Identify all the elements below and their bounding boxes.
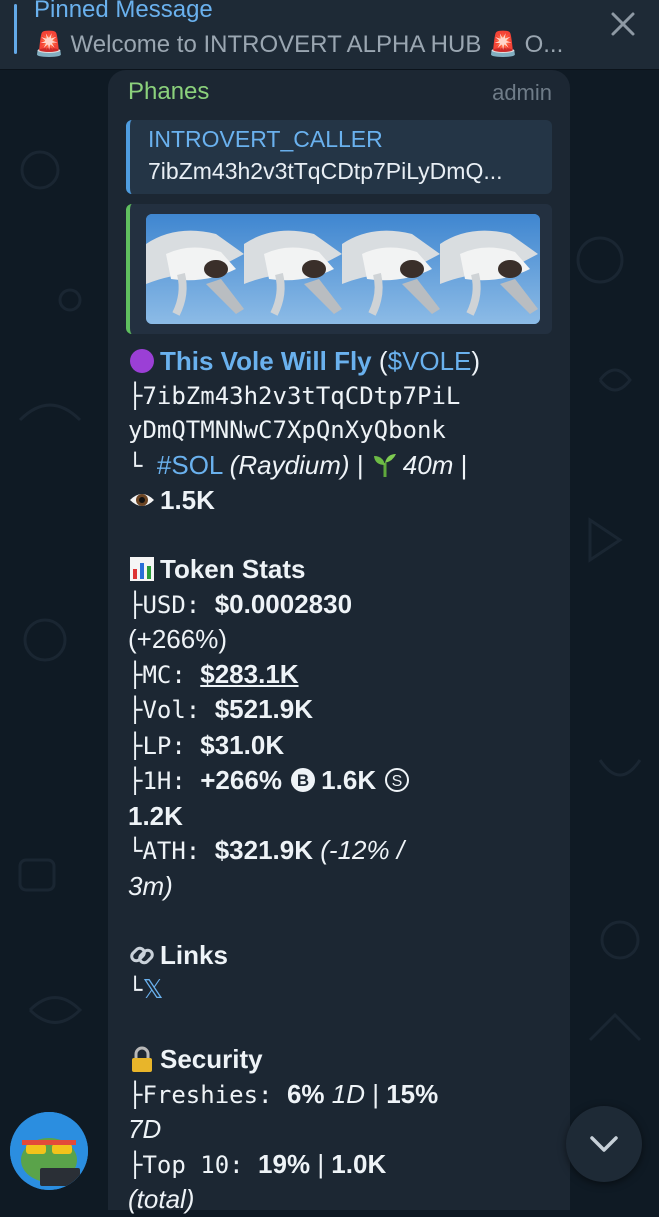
seedling-icon [373,453,396,477]
stat-1h-sells: 1.2K [128,800,183,831]
stat-lp-label: ├LP: [128,731,201,760]
stat-usd-label: ├USD: [128,590,215,619]
stat-1h: ├1H: +266% B 1.6K S [128,763,558,799]
eye-icon [130,494,154,506]
link-icon [130,946,154,964]
chevron-down-icon [590,1136,618,1152]
x-link[interactable]: 𝕏 [142,974,163,1004]
stat-ath-change: (-12% / [320,835,405,865]
links-title: Links [160,939,228,970]
top10-note: (total) [128,1184,195,1214]
stat-mc-value-link[interactable]: $283.1K [200,659,298,689]
stat-vol-value: $521.9K [214,694,314,724]
views-line: 1.5K [128,483,558,518]
sender-role-badge: admin [492,80,552,105]
circled-s-icon: S [385,768,410,792]
reply-text: 7ibZm43h2v3tTqCDtp7PiLyDmQ... [148,158,503,184]
stat-mc: ├MC: $283.1K [128,657,558,693]
security-title: Security [160,1044,263,1074]
stats-title: Token Stats [160,554,306,584]
bar-chart-icon [130,557,154,581]
contract-address-part2[interactable]: yDmQTMNNwC7XpQnXyQbonk [128,416,446,444]
contract-address-part1[interactable]: 7ibZm43h2v3tTqCDtp7PiL [142,382,460,410]
freshies-1d: 6% [286,1078,325,1109]
security-top10: ├Top 10: 19% | 1.0K [128,1148,387,1179]
top10-pct: 19% [258,1148,311,1179]
pinned-title: Pinned Message [34,0,213,23]
stat-vol: ├Vol: $521.9K [128,692,558,728]
pinned-text: 🚨 Welcome to INTROVERT ALPHA HUB 🚨 O... [34,31,564,58]
stat-lp-value: $31.0K [200,729,285,760]
views-count: 1.5K [160,485,215,515]
pinned-accent-bar [14,4,17,54]
links-heading: Links [128,938,558,973]
stat-ath-label: └ATH: [128,837,215,865]
freshies-7d: 15% [386,1078,439,1109]
chain-hashtag[interactable]: #SOL [157,450,223,480]
reply-author: INTROVERT_CALLER [148,126,383,152]
top10-label: ├Top 10: [128,1150,259,1179]
address-line-1[interactable]: ├7ibZm43h2v3tTqCDtp7PiL [128,379,558,414]
separator-end: | [453,449,468,480]
stat-1h-label: ├1H: [128,767,201,795]
chain-prefix: └ [128,451,157,480]
preview-image[interactable] [146,214,540,324]
stat-ath-time: 3m) [128,870,173,901]
address-line-2[interactable]: yDmQTMNNwC7XpQnXyQbonk [128,413,558,448]
freshies-7d-unit: 7D [128,1114,162,1144]
address-prefix: ├ [128,381,143,410]
links-line: └𝕏 [128,972,558,1008]
security-freshies: ├Freshies: 6% 1D | 15% [128,1078,439,1109]
close-icon[interactable] [609,10,637,38]
top10-amount: 1.0K [331,1148,387,1179]
reply-quote[interactable]: INTROVERT_CALLER 7ibZm43h2v3tTqCDtp7PiLy… [126,120,552,194]
token-title-line: This Vole Will Fly ($VOLE) [128,344,558,379]
stat-1h-buys: 1.6K [321,765,377,795]
ticker-open: ( [378,346,388,376]
stats-heading: Token Stats [128,552,558,587]
avatar[interactable] [10,1112,88,1190]
stat-usd: ├USD: $0.0002830 [128,587,558,623]
svg-text:S: S [392,773,403,790]
security-heading: Security [128,1042,558,1077]
stat-vol-label: ├Vol: [128,696,215,724]
freshies-1d-unit: 1D [331,1078,366,1109]
link-preview[interactable] [126,204,552,334]
ticker-close: ) [471,346,481,376]
stat-1h-change: +266% [200,765,282,795]
svg-text:B: B [297,771,309,790]
separator: | [349,449,371,480]
message-bubble[interactable]: Phanes admin INTROVERT_CALLER 7ibZm43h2v… [108,70,570,1214]
lock-icon [132,1046,152,1072]
pair-age: 40m [402,449,454,480]
stat-usd-change: (+266%) [128,624,227,654]
freshies-label: ├Freshies: [128,1080,287,1109]
stat-mc-label: ├MC: [128,660,201,689]
circled-b-icon: B [291,768,316,792]
stat-ath-value: $321.9K [214,835,314,865]
chain-line: └ #SOL (Raydium) | 40m | [128,448,558,484]
stat-ath: └ATH: $321.9K (-12% / [128,833,558,869]
pinned-message-bar[interactable]: Pinned Message 🚨 Welcome to INTROVERT AL… [0,0,659,70]
ticker-link[interactable]: $VOLE [388,346,472,376]
links-prefix: └ [128,976,143,1004]
message-body: This Vole Will Fly ($VOLE) ├7ibZm43h2v3t… [128,344,558,1217]
stat-usd-value: $0.0002830 [214,588,353,619]
scroll-down-button[interactable] [566,1106,642,1182]
token-name-link[interactable]: This Vole Will Fly [160,346,372,376]
sender-name[interactable]: Phanes [128,78,209,106]
stat-lp: ├LP: $31.0K [128,728,558,764]
purple-circle-icon [130,349,154,373]
chain-dex: (Raydium) [229,449,350,480]
